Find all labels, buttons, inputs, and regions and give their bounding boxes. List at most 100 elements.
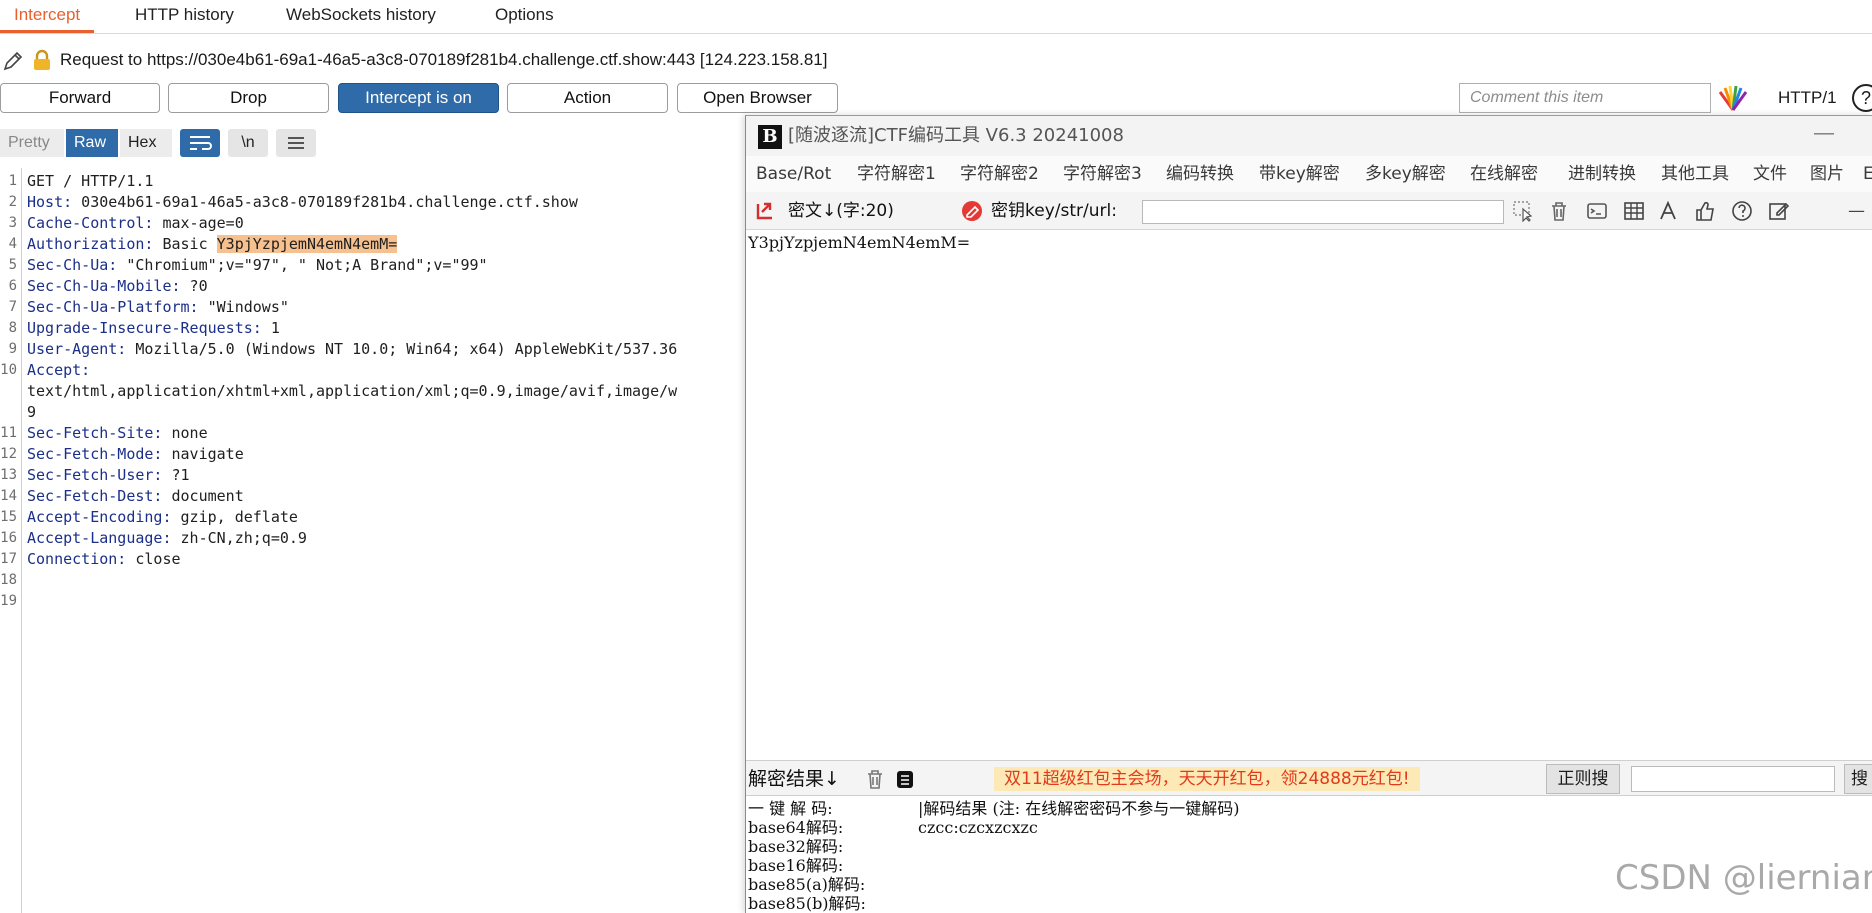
request-line[interactable]: Accept-Language: zh-CN,zh;q=0.9 — [27, 528, 307, 549]
request-editor[interactable]: 1 GET / HTTP/1.1 2 Host: 030e4b61-69a1-46a5… — [0, 168, 745, 913]
request-line[interactable]: Sec-Fetch-Dest: document — [27, 486, 244, 507]
drop-button[interactable]: Drop — [168, 83, 329, 113]
comment-input[interactable]: Comment this item — [1459, 83, 1711, 113]
copy-icon[interactable] — [894, 768, 916, 790]
result-value-base64: czcc:czcxzcxzc — [918, 818, 1038, 837]
line-number: 6 — [8, 278, 17, 294]
result-label-base32: base32解码: — [748, 837, 844, 856]
menu-image[interactable]: 图片 — [1810, 156, 1844, 192]
request-line[interactable]: Upgrade-Insecure-Requests: 1 — [27, 318, 280, 339]
header-value: gzip, deflate — [171, 508, 298, 526]
burp-tab-bar: Intercept HTTP history WebSockets histor… — [0, 0, 1872, 34]
menu-more[interactable]: E — [1863, 156, 1872, 192]
header-name: Sec-Fetch-User: — [27, 466, 163, 484]
header-name: Sec-Fetch-Mode: — [27, 445, 163, 463]
trash-icon[interactable] — [1548, 200, 1570, 222]
intercept-toggle-button[interactable]: Intercept is on — [338, 83, 499, 113]
lock-icon — [34, 49, 50, 70]
line-number: 14 — [0, 488, 17, 504]
font-icon[interactable] — [1658, 200, 1680, 222]
line-number: 12 — [0, 446, 17, 462]
forward-button[interactable]: Forward — [0, 83, 160, 113]
request-line[interactable]: Host: 030e4b61-69a1-46a5-a3c8-070189f281… — [27, 192, 578, 213]
open-browser-button[interactable]: Open Browser — [677, 83, 838, 113]
result-label: 解密结果↓ — [748, 768, 840, 790]
pretty-view-button[interactable]: Pretty — [0, 129, 64, 157]
action-button[interactable]: Action — [507, 83, 668, 113]
header-name: Sec-Ch-Ua-Mobile: — [27, 277, 181, 295]
http-version-label[interactable]: HTTP/1 — [1778, 83, 1837, 113]
request-line[interactable]: text/html,application/xhtml+xml,applicat… — [27, 381, 677, 402]
clear-results-icon[interactable] — [864, 768, 886, 790]
thumbs-up-icon[interactable] — [1694, 200, 1716, 222]
highlight-color-icon[interactable] — [1718, 84, 1748, 112]
tab-options[interactable]: Options — [481, 0, 568, 33]
menu-char-decode-1[interactable]: 字符解密1 — [857, 156, 936, 192]
request-line[interactable]: Sec-Fetch-Mode: navigate — [27, 444, 244, 465]
request-line[interactable]: Accept-Encoding: gzip, deflate — [27, 507, 298, 528]
request-line[interactable]: Accept: — [27, 360, 90, 381]
request-line[interactable]: Cache-Control: max-age=0 — [27, 213, 244, 234]
result-label-base85a: base85(a)解码: — [748, 875, 866, 894]
promo-banner[interactable]: 双11超级红包主会场，天天开红包，领24888元红包! — [994, 767, 1420, 791]
select-cursor-icon[interactable] — [1512, 200, 1534, 222]
tab-websockets-history[interactable]: WebSockets history — [272, 0, 450, 33]
menu-base-rot[interactable]: Base/Rot — [756, 156, 831, 192]
menu-encoding-convert[interactable]: 编码转换 — [1166, 156, 1234, 192]
cipher-textarea[interactable]: Y3pjYzpjemN4emN4emM= — [746, 230, 1872, 760]
wrap-lines-button[interactable] — [180, 129, 220, 157]
minimize-button[interactable]: — — [1809, 116, 1839, 150]
menu-char-decode-2[interactable]: 字符解密2 — [960, 156, 1039, 192]
hex-view-button[interactable]: Hex — [120, 129, 172, 157]
tab-http-history[interactable]: HTTP history — [121, 0, 248, 33]
request-line[interactable]: Sec-Ch-Ua-Mobile: ?0 — [27, 276, 208, 297]
search-button[interactable]: 搜 — [1844, 764, 1872, 794]
menu-base-convert[interactable]: 进制转换 — [1568, 156, 1636, 192]
tab-intercept[interactable]: Intercept — [0, 0, 95, 33]
menu-file[interactable]: 文件 — [1753, 156, 1787, 192]
pencil-icon[interactable] — [2, 50, 24, 72]
header-name: Sec-Ch-Ua-Platform: — [27, 298, 199, 316]
request-line[interactable]: User-Agent: Mozilla/5.0 (Windows NT 10.0… — [27, 339, 677, 360]
request-line[interactable]: Sec-Fetch-User: ?1 — [27, 465, 190, 486]
import-icon[interactable] — [754, 200, 776, 222]
show-newlines-button[interactable]: \n — [228, 129, 268, 157]
inspector-menu-button[interactable] — [276, 129, 316, 157]
raw-view-button[interactable]: Raw — [66, 129, 118, 157]
header-name: User-Agent: — [27, 340, 127, 358]
terminal-icon[interactable] — [1586, 200, 1608, 222]
header-value: close — [126, 550, 181, 568]
menu-key-decrypt[interactable]: 带key解密 — [1259, 156, 1340, 192]
edit-icon[interactable] — [1768, 200, 1790, 222]
key-input[interactable] — [1142, 200, 1504, 224]
menu-other-tools[interactable]: 其他工具 — [1661, 156, 1729, 192]
header-value: text/html,application/xhtml+xml,applicat… — [27, 382, 678, 400]
help-icon[interactable]: ? — [1852, 84, 1872, 112]
cipher-label: 密文↓(字:20) — [788, 201, 894, 221]
request-line[interactable]: Sec-Ch-Ua: "Chromium";v="97", " Not;A Br… — [27, 255, 488, 276]
line-number: 1 — [8, 173, 17, 189]
regex-search-button[interactable]: 正则搜 — [1546, 764, 1620, 794]
header-value: 1 — [261, 319, 280, 337]
request-line[interactable]: 9 — [27, 402, 36, 423]
menu-multi-key-decrypt[interactable]: 多key解密 — [1365, 156, 1446, 192]
header-name: Authorization: — [27, 235, 154, 253]
request-line[interactable]: GET / HTTP/1.1 — [27, 171, 153, 192]
ctf-toolbar: 密文↓(字:20) 密钥key/str/url: — — [746, 192, 1872, 230]
ctf-menu-bar: Base/Rot 字符解密1 字符解密2 字符解密3 编码转换 带key解密 多… — [746, 156, 1872, 192]
regex-search-input[interactable] — [1631, 766, 1835, 792]
request-line[interactable]: Sec-Ch-Ua-Platform: "Windows" — [27, 297, 289, 318]
auth-token-highlight[interactable]: Y3pjYzpjemN4emN4emM= — [216, 235, 398, 253]
request-line[interactable]: Sec-Fetch-Site: none — [27, 423, 208, 444]
request-line[interactable]: Authorization: Basic Y3pjYzpjemN4emN4emM… — [27, 234, 398, 255]
request-line[interactable]: Connection: close — [27, 549, 181, 570]
watermark: CSDN @liernian — [1615, 858, 1872, 898]
header-name: Connection: — [27, 550, 127, 568]
request-target-line: Request to https://030e4b61-69a1-46a5-a3… — [0, 46, 1872, 74]
question-icon[interactable] — [1731, 200, 1753, 222]
menu-char-decode-3[interactable]: 字符解密3 — [1063, 156, 1142, 192]
table-icon[interactable] — [1623, 200, 1645, 222]
header-name: Sec-Fetch-Dest: — [27, 487, 163, 505]
eraser-icon[interactable] — [961, 200, 983, 222]
menu-online-decrypt[interactable]: 在线解密 — [1470, 156, 1538, 192]
